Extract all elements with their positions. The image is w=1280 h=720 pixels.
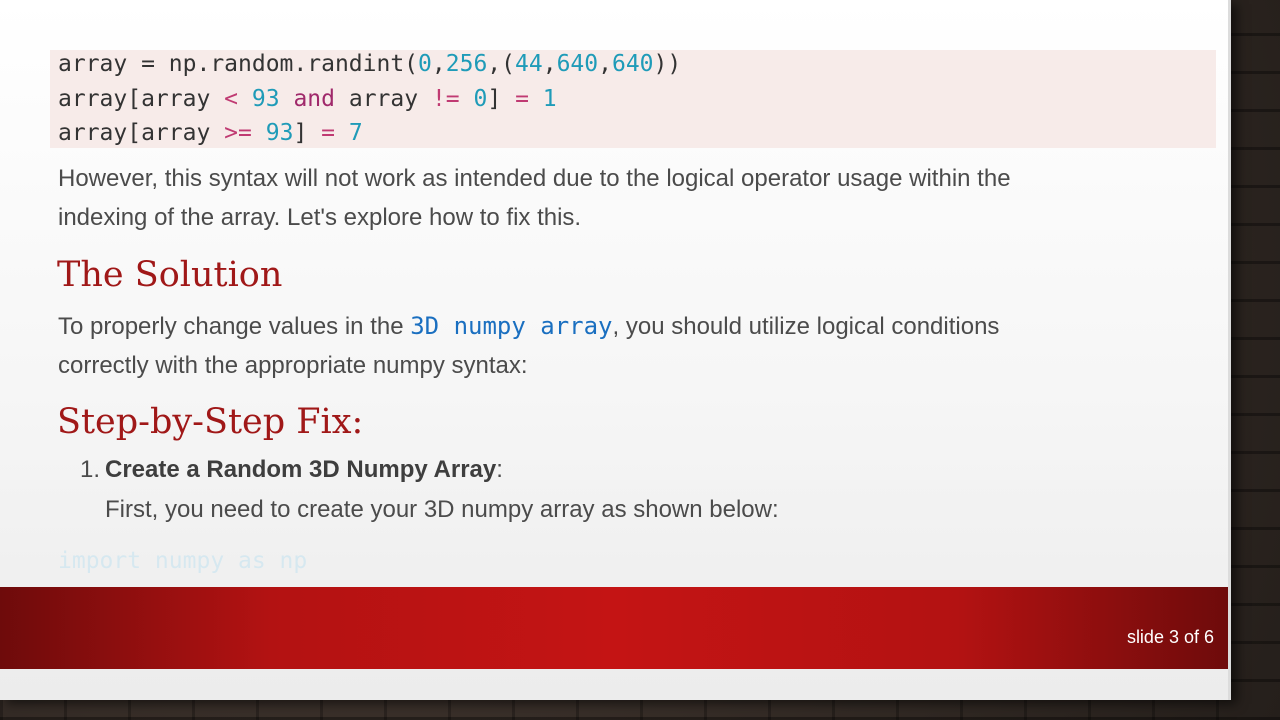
code-token: array = np.random.randint( <box>58 51 419 77</box>
paragraph-line: To properly change values in the 3D nump… <box>58 307 1198 346</box>
code-line-3: array[array >= 93] = 7 <box>58 119 363 147</box>
code-keyword: and <box>293 86 335 112</box>
slide: array = np.random.randint(0,256,(44,640,… <box>0 0 1231 700</box>
code-token: ] <box>487 86 516 112</box>
code-number: 44 <box>515 51 543 77</box>
code-number: 0 <box>418 51 432 77</box>
code-token: array[array <box>58 86 225 112</box>
paragraph-solution: To properly change values in the 3D nump… <box>58 307 1198 385</box>
list-item-description: First, you need to create your 3D numpy … <box>105 496 779 523</box>
code-number: 256 <box>445 51 488 77</box>
inline-code: 3D numpy array <box>410 312 613 340</box>
code-operator: != <box>431 86 460 112</box>
list-number: 1. <box>80 456 101 483</box>
code-token: array[array <box>58 120 225 146</box>
paragraph-line: However, this syntax will not work as in… <box>58 165 1011 192</box>
text-span: , you should utilize logical conditions <box>612 313 1000 340</box>
code-number: 7 <box>348 120 363 146</box>
code-token: , <box>542 51 557 77</box>
code-number: 93 <box>265 120 294 146</box>
paragraph-line: correctly with the appropriate numpy syn… <box>58 352 528 379</box>
code-number: 640 <box>611 51 654 77</box>
code-line-2: array[array < 93 and array != 0] = 1 <box>58 85 557 113</box>
code-number: 640 <box>556 51 599 77</box>
paragraph-explanation: However, this syntax will not work as in… <box>58 159 1198 237</box>
code-token: , <box>598 51 612 77</box>
code-operator: = <box>515 86 529 112</box>
faded-code-line: import numpy as np <box>58 548 308 574</box>
paragraph-line: indexing of the array. Let's explore how… <box>58 204 582 231</box>
text-span: To properly change values in the <box>58 313 411 340</box>
text-span: : <box>496 456 503 483</box>
list-item-bold: Create a Random 3D Numpy Array <box>105 456 497 483</box>
footer-bar: slide 3 of 6 <box>0 587 1228 669</box>
slide-counter: slide 3 of 6 <box>1126 627 1214 647</box>
code-number: 1 <box>542 86 557 112</box>
heading-step-by-step-fix: Step-by-Step Fix: <box>57 402 364 442</box>
code-operator: >= <box>224 120 252 146</box>
code-token: ] <box>293 120 322 146</box>
code-token: ,( <box>487 51 515 77</box>
code-token: )) <box>653 51 682 77</box>
code-number: 0 <box>473 86 488 112</box>
list-item-title: Create a Random 3D Numpy Array: <box>105 455 503 485</box>
code-number: 93 <box>251 86 280 112</box>
code-token: , <box>431 51 446 77</box>
code-line-1: array = np.random.randint(0,256,(44,640,… <box>58 50 681 78</box>
heading-the-solution: The Solution <box>57 255 283 295</box>
code-operator: = <box>321 120 335 146</box>
code-operator: < <box>224 86 239 112</box>
code-token: array <box>335 86 432 112</box>
